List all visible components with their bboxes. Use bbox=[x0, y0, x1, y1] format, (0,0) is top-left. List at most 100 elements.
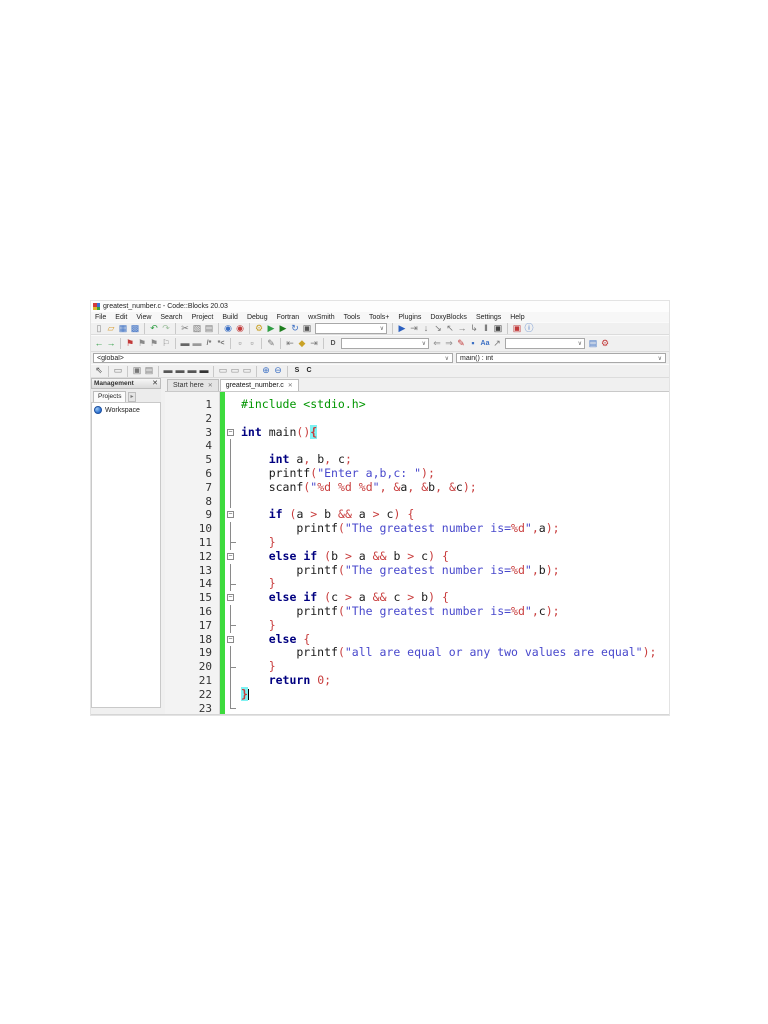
stop-debugger-icon[interactable]: ▣ bbox=[492, 323, 504, 335]
menu-build[interactable]: Build bbox=[222, 314, 238, 321]
replace-icon[interactable]: ◉ bbox=[234, 323, 246, 335]
insert-comment-icon[interactable]: ▫ bbox=[234, 338, 246, 350]
save-file-icon[interactable]: ▦ bbox=[117, 323, 129, 335]
run-to-cursor-icon[interactable]: ⇥ bbox=[408, 323, 420, 335]
shape-tool-3-icon[interactable]: ▭ bbox=[241, 365, 253, 377]
highlight-all-icon[interactable]: ✎ bbox=[455, 338, 467, 350]
save-all-icon[interactable]: ▩ bbox=[129, 323, 141, 335]
menu-edit[interactable]: Edit bbox=[115, 314, 127, 321]
run-icon[interactable]: ▶ bbox=[265, 323, 277, 335]
shape-tool-1-icon[interactable]: ▭ bbox=[217, 365, 229, 377]
menu-help[interactable]: Help bbox=[510, 314, 524, 321]
undo-icon[interactable]: ↶ bbox=[148, 323, 160, 335]
new-file-icon[interactable]: ▯ bbox=[93, 323, 105, 335]
menu-doxyblocks[interactable]: DoxyBlocks bbox=[430, 314, 467, 321]
next-instruction-icon[interactable]: → bbox=[456, 323, 468, 335]
doxyblocks-icon[interactable]: D bbox=[327, 338, 339, 350]
editor-area[interactable]: 1 2 3 4 5 6 7 8 9 10 11 12 13 14 15 16 17 18 19 20 21 22 23 – –… bbox=[165, 392, 669, 714]
clear-bookmarks-icon[interactable]: ⚐ bbox=[160, 338, 172, 350]
nav-back-icon[interactable]: ← bbox=[93, 338, 105, 350]
menu-plugins[interactable]: Plugins bbox=[398, 314, 421, 321]
build-target-combo[interactable]: ∨ bbox=[315, 323, 387, 334]
jump-marker-icon[interactable]: ◆ bbox=[296, 338, 308, 350]
search-options-icon[interactable]: ⚙ bbox=[599, 338, 611, 350]
menu-tools-[interactable]: Tools+ bbox=[369, 314, 389, 321]
search-next-icon[interactable]: ⇒ bbox=[443, 338, 455, 350]
line-number-gutter[interactable]: 1 2 3 4 5 6 7 8 9 10 11 12 13 14 15 16 17 18 19 20 21 22 23 bbox=[165, 392, 220, 714]
bar-tool-3-icon[interactable]: ▬ bbox=[186, 365, 198, 377]
menu-search[interactable]: Search bbox=[160, 314, 182, 321]
bar-tool-1-icon[interactable]: ▬ bbox=[162, 365, 174, 377]
fold-toggle-icon[interactable]: – bbox=[225, 591, 237, 605]
prev-bookmark-icon[interactable]: ⚑ bbox=[136, 338, 148, 350]
c-tool-icon[interactable]: C bbox=[303, 365, 315, 377]
find-icon[interactable]: ◉ bbox=[222, 323, 234, 335]
block-comment-icon[interactable]: ▬ bbox=[179, 338, 191, 350]
uncomment-icon[interactable]: ▬ bbox=[191, 338, 203, 350]
step-into-icon[interactable]: ↘ bbox=[432, 323, 444, 335]
incremental-search-combo[interactable]: ∨ bbox=[341, 338, 429, 349]
debug-continue-icon[interactable]: ▶ bbox=[396, 323, 408, 335]
search-prev-icon[interactable]: ⇐ bbox=[431, 338, 443, 350]
debugging-windows-icon[interactable]: ▣ bbox=[511, 323, 523, 335]
menu-file[interactable]: File bbox=[95, 314, 106, 321]
redo-icon[interactable]: ↷ bbox=[160, 323, 172, 335]
zoom-out-icon[interactable]: ⊖ bbox=[272, 365, 284, 377]
bar-tool-4-icon[interactable]: ▬ bbox=[198, 365, 210, 377]
fold-toggle-icon[interactable]: – bbox=[225, 550, 237, 564]
toggle-bookmark-icon[interactable]: ⚑ bbox=[124, 338, 136, 350]
fold-margin[interactable]: – – – – – bbox=[225, 392, 237, 714]
threadsearch-combo[interactable]: ∨ bbox=[505, 338, 585, 349]
extract-docs-icon[interactable]: ✎ bbox=[265, 338, 277, 350]
doxy-block-comment-icon[interactable]: /* bbox=[203, 338, 215, 350]
abort-build-icon[interactable]: ▣ bbox=[301, 323, 313, 335]
next-line-icon[interactable]: ↓ bbox=[420, 323, 432, 335]
pause-debugger-icon[interactable]: ‖ bbox=[480, 323, 492, 335]
next-bookmark-icon[interactable]: ⚑ bbox=[148, 338, 160, 350]
image-text-tool-icon[interactable]: ▤ bbox=[143, 365, 155, 377]
rebuild-icon[interactable]: ↻ bbox=[289, 323, 301, 335]
tab-scroll-icon[interactable]: ▸ bbox=[128, 392, 136, 402]
jump-forward-icon[interactable]: ⇥ bbox=[308, 338, 320, 350]
build-icon[interactable]: ⚙ bbox=[253, 323, 265, 335]
open-file-icon[interactable]: ▱ bbox=[105, 323, 117, 335]
menu-project[interactable]: Project bbox=[192, 314, 214, 321]
step-out-icon[interactable]: ↖ bbox=[444, 323, 456, 335]
step-into-instruction-icon[interactable]: ↳ bbox=[468, 323, 480, 335]
nav-forward-icon[interactable]: → bbox=[105, 338, 117, 350]
copy-icon[interactable]: ▧ bbox=[191, 323, 203, 335]
shape-tool-2-icon[interactable]: ▭ bbox=[229, 365, 241, 377]
bar-tool-2-icon[interactable]: ▬ bbox=[174, 365, 186, 377]
tab-close-icon[interactable]: ✕ bbox=[288, 382, 293, 389]
menu-tools[interactable]: Tools bbox=[344, 314, 360, 321]
scope-combo[interactable]: <global> ∨ bbox=[93, 353, 453, 363]
jump-back-icon[interactable]: ⇤ bbox=[284, 338, 296, 350]
doxy-help-icon[interactable]: ▫ bbox=[246, 338, 258, 350]
s-tool-icon[interactable]: S bbox=[291, 365, 303, 377]
find-in-files-icon[interactable]: ▤ bbox=[587, 338, 599, 350]
menu-settings[interactable]: Settings bbox=[476, 314, 501, 321]
match-case-icon[interactable]: Aa bbox=[479, 338, 491, 350]
image-tool-icon[interactable]: ▣ bbox=[131, 365, 143, 377]
cut-icon[interactable]: ✂ bbox=[179, 323, 191, 335]
pointer-tool-icon[interactable]: ⇖ bbox=[93, 365, 105, 377]
workspace-item[interactable]: Workspace bbox=[94, 406, 158, 414]
various-info-icon[interactable]: ⓘ bbox=[523, 323, 535, 335]
menu-fortran[interactable]: Fortran bbox=[277, 314, 300, 321]
paste-icon[interactable]: ▤ bbox=[203, 323, 215, 335]
doxy-line-comment-icon[interactable]: *< bbox=[215, 338, 227, 350]
function-combo[interactable]: main() : int ∨ bbox=[456, 353, 666, 363]
regex-search-icon[interactable]: ↗ bbox=[491, 338, 503, 350]
menu-view[interactable]: View bbox=[136, 314, 151, 321]
fold-toggle-icon[interactable]: – bbox=[225, 508, 237, 522]
menu-wxsmith[interactable]: wxSmith bbox=[308, 314, 334, 321]
frame-tool-icon[interactable]: ▭ bbox=[112, 365, 124, 377]
code-text[interactable]: #include <stdio.h> int main(){ int a, b, … bbox=[237, 392, 669, 714]
menu-debug[interactable]: Debug bbox=[247, 314, 268, 321]
build-and-run-icon[interactable]: ▶ bbox=[277, 323, 289, 335]
tab-close-icon[interactable]: ✕ bbox=[208, 382, 213, 389]
editor-tab-start-here[interactable]: Start here ✕ bbox=[167, 379, 219, 391]
fold-toggle-icon[interactable]: – bbox=[225, 426, 237, 440]
tab-projects[interactable]: Projects bbox=[93, 391, 127, 402]
fold-toggle-icon[interactable]: – bbox=[225, 633, 237, 647]
